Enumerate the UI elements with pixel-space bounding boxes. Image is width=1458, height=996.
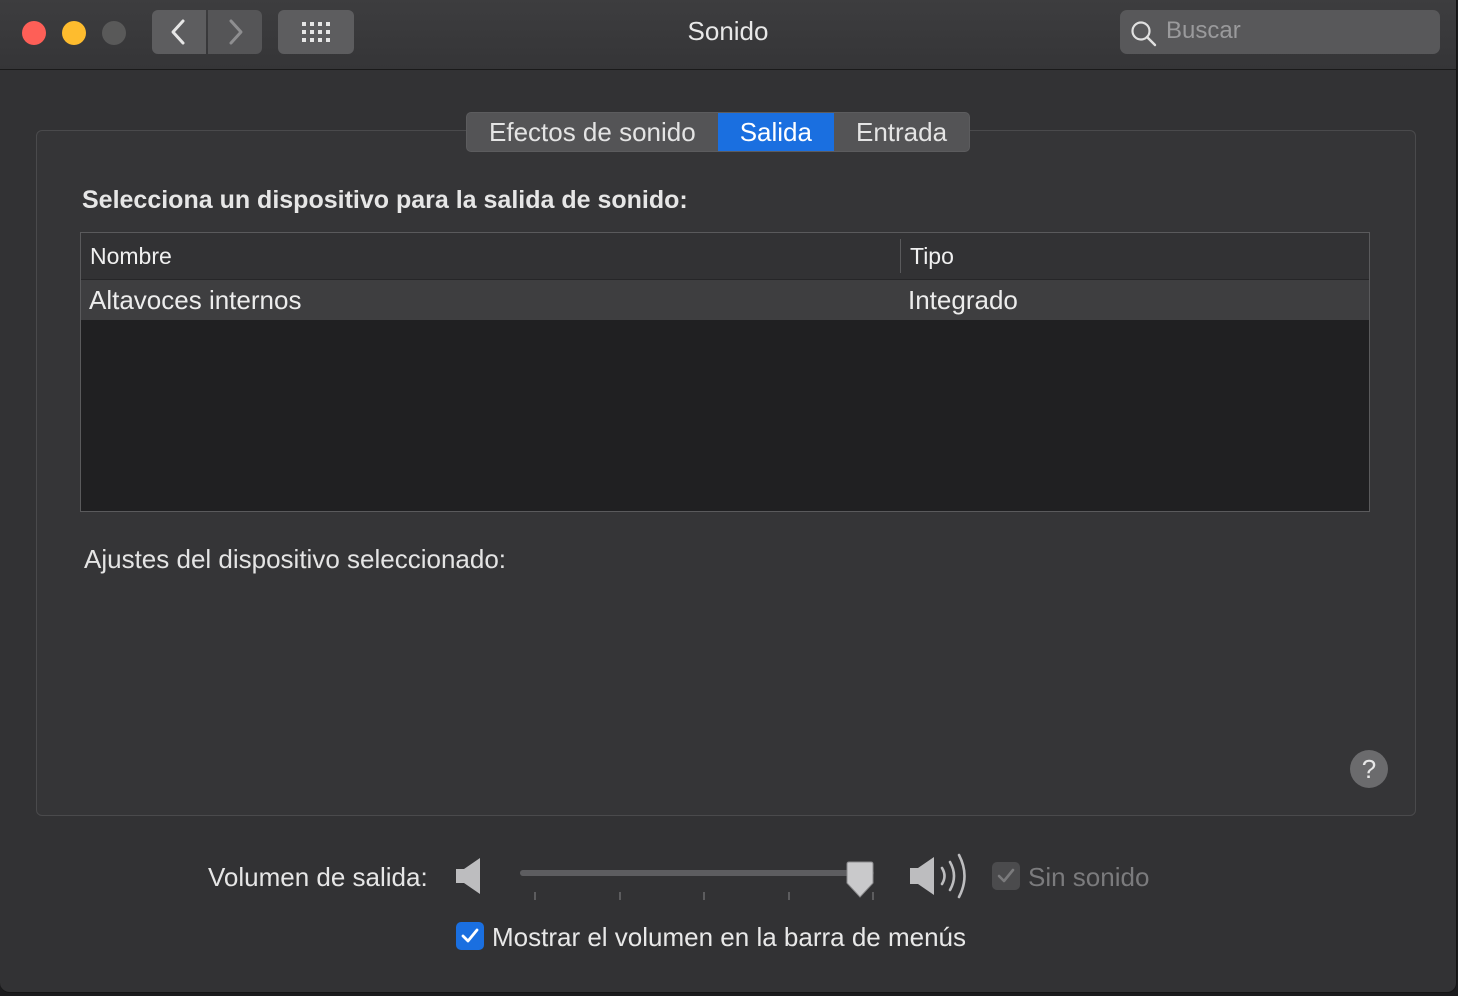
help-button[interactable]: ? <box>1350 750 1388 788</box>
checkmark-icon <box>461 928 479 943</box>
mute-checkbox[interactable] <box>992 862 1020 890</box>
sound-preferences-window: Sonido Buscar Efectos de sonido Salida E… <box>0 0 1457 993</box>
device-name: Altavoces internos <box>89 285 302 315</box>
speaker-high-icon <box>910 853 966 899</box>
slider-tick <box>788 892 790 900</box>
show-volume-in-menubar-checkbox[interactable] <box>456 922 484 950</box>
title-bar: Sonido Buscar <box>0 0 1456 70</box>
table-header: Nombre Tipo <box>81 233 1369 280</box>
volume-slider[interactable] <box>520 870 874 876</box>
slider-tick <box>534 892 536 900</box>
show-volume-in-menubar-label: Mostrar el volumen en la barra de menús <box>492 922 967 952</box>
column-header-name[interactable]: Nombre <box>90 243 172 270</box>
checkmark-icon <box>997 868 1015 883</box>
slider-tick <box>619 892 621 900</box>
tab-input[interactable]: Entrada <box>834 113 969 151</box>
volume-slider-fill <box>520 870 860 876</box>
output-volume-label: Volumen de salida: <box>208 862 428 892</box>
output-device-table[interactable]: Nombre Tipo Altavoces internos Integrado <box>80 232 1370 512</box>
search-placeholder: Buscar <box>1166 17 1241 44</box>
slider-tick <box>703 892 705 900</box>
column-header-type[interactable]: Tipo <box>910 243 954 270</box>
table-row[interactable]: Altavoces internos Integrado <box>81 280 1369 320</box>
column-divider <box>900 239 901 273</box>
device-settings-label: Ajustes del dispositivo seleccionado: <box>84 544 507 574</box>
search-icon <box>1131 21 1157 47</box>
speaker-low-icon <box>456 858 480 894</box>
search-field[interactable]: Buscar <box>1120 10 1440 54</box>
tab-output[interactable]: Salida <box>717 113 834 151</box>
volume-slider-thumb[interactable] <box>844 861 876 899</box>
tab-bar: Efectos de sonido Salida Entrada <box>466 112 971 152</box>
tab-sound-effects[interactable]: Efectos de sonido <box>467 113 718 151</box>
mute-label: Sin sonido <box>1028 862 1150 892</box>
device-type: Integrado <box>908 285 1018 315</box>
output-heading: Selecciona un dispositivo para la salida… <box>82 186 688 214</box>
